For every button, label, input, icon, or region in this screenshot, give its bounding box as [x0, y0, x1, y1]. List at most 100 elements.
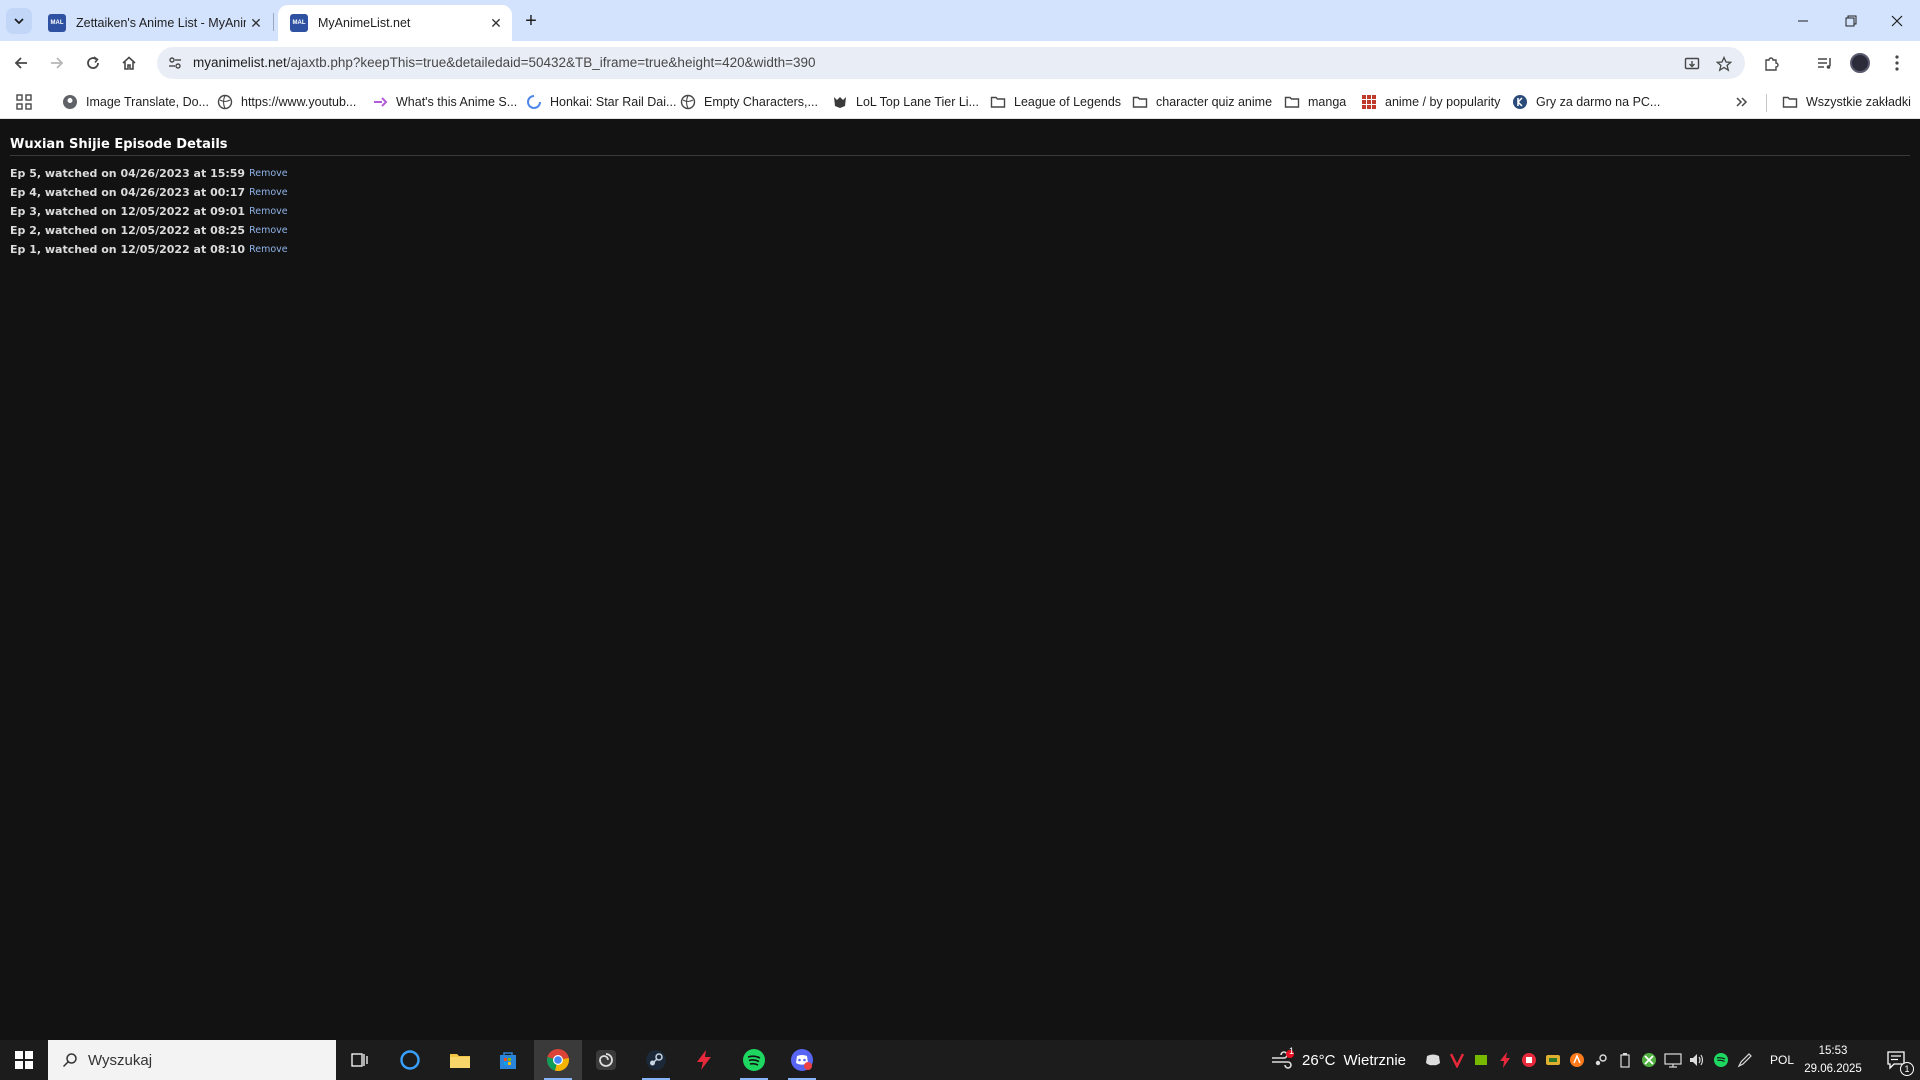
bolt-tray-icon[interactable] [1496, 1051, 1514, 1069]
weather-badge: 1 [1289, 1046, 1295, 1056]
nvidia-tray-icon[interactable] [1472, 1051, 1490, 1069]
new-tab-button[interactable]: + [518, 8, 544, 34]
reload-button[interactable] [78, 48, 108, 78]
lightning-icon [697, 1050, 711, 1070]
folder-icon [450, 1054, 470, 1068]
all-bookmarks-button[interactable]: Wszystkie zakładki [1782, 91, 1911, 113]
bookmark-image-translate[interactable]: Image Translate, Do... [62, 91, 209, 113]
window-close-button[interactable] [1874, 0, 1920, 41]
more-bookmarks-button[interactable] [1735, 91, 1749, 113]
minimize-icon [1798, 20, 1808, 21]
apps-grid-icon [16, 94, 32, 110]
globe-icon [217, 94, 233, 110]
start-button[interactable] [0, 1040, 48, 1080]
bookmark-empty-characters[interactable]: Empty Characters,... [680, 91, 818, 113]
close-icon[interactable]: ✕ [486, 13, 506, 33]
restore-button[interactable] [1828, 0, 1874, 41]
network-tray-icon[interactable] [1664, 1051, 1682, 1069]
tab-myanimelist[interactable]: MAL MyAnimeList.net ✕ [278, 5, 512, 41]
volume-tray-icon[interactable] [1688, 1051, 1706, 1069]
notification-count: 1 [1900, 1062, 1914, 1076]
clock[interactable]: 15:53 29.06.2025 [1800, 1042, 1866, 1078]
profile-button[interactable] [1845, 48, 1875, 78]
bookmark-folder-character-quiz[interactable]: character quiz anime [1132, 91, 1272, 113]
url-text[interactable]: myanimelist.net/ajaxtb.php?keepThis=true… [193, 55, 816, 70]
arrow-right-icon [51, 57, 64, 69]
bolt-app-button[interactable] [680, 1040, 728, 1080]
clock-date: 29.06.2025 [1804, 1063, 1862, 1075]
queue-music-icon [1818, 58, 1831, 69]
menu-button[interactable] [1882, 48, 1912, 78]
bookmark-folder-manga[interactable]: manga [1284, 91, 1346, 113]
tab-search-button[interactable] [6, 8, 32, 34]
site-info-button[interactable] [165, 53, 185, 73]
minimize-button[interactable] [1780, 0, 1826, 41]
notifications-button[interactable]: 1 [1872, 1040, 1920, 1080]
browser-toolbar: myanimelist.net/ajaxtb.php?keepThis=true… [0, 41, 1920, 85]
tab-zettaiken-list[interactable]: MAL Zettaiken's Anime List - MyAnimeList… [36, 5, 272, 41]
forward-button[interactable] [42, 48, 72, 78]
bookmark-youtube[interactable]: https://www.youtub... [217, 91, 356, 113]
home-button[interactable] [114, 48, 144, 78]
bookmark-folder-league[interactable]: League of Legends [990, 91, 1121, 113]
spotify-button[interactable] [730, 1040, 778, 1080]
task-view-button[interactable] [336, 1040, 384, 1080]
remove-link[interactable]: Remove [249, 168, 288, 179]
back-button[interactable] [6, 48, 36, 78]
install-app-button[interactable] [1679, 51, 1705, 77]
weather-widget[interactable]: 1 26°C Wietrznie [1270, 1040, 1406, 1080]
episode-row: Ep 3, watched on 12/05/2022 at 09:01 Rem… [10, 202, 288, 221]
vivaldi-tray-icon[interactable] [1448, 1051, 1466, 1069]
taskbar-search[interactable]: Wyszukaj [48, 1040, 336, 1080]
folder-icon [1782, 94, 1798, 110]
remove-link[interactable]: Remove [249, 187, 288, 198]
bookmark-anime-popularity[interactable]: anime / by popularity [1361, 91, 1500, 113]
address-bar[interactable]: myanimelist.net/ajaxtb.php?keepThis=true… [157, 47, 1745, 79]
apps-button[interactable] [16, 91, 32, 113]
bookmark-label: character quiz anime [1156, 95, 1273, 109]
spotify-tray-icon[interactable] [1712, 1051, 1730, 1069]
close-icon[interactable]: ✕ [246, 13, 266, 33]
app-spiral-button[interactable] [582, 1040, 630, 1080]
bookmark-label: https://www.youtub... [241, 95, 357, 109]
steam-tray-icon[interactable] [1592, 1051, 1610, 1069]
red-app-tray-icon[interactable] [1520, 1051, 1538, 1069]
bookmark-gry-za-darmo[interactable]: Gry za darmo na PC... [1512, 91, 1660, 113]
folder-icon [1284, 94, 1300, 110]
bookmark-label: Gry za darmo na PC... [1536, 95, 1661, 109]
episode-row: Ep 1, watched on 12/05/2022 at 08:10 Rem… [10, 240, 288, 259]
arrow-left-icon [14, 57, 27, 69]
chevron-double-right-icon [1736, 97, 1748, 107]
chrome-button[interactable] [534, 1040, 582, 1080]
game-tray-icon[interactable] [1544, 1051, 1562, 1069]
steam-button[interactable] [632, 1040, 680, 1080]
file-explorer-button[interactable] [436, 1040, 484, 1080]
install-icon [1684, 57, 1700, 70]
extensions-button[interactable] [1757, 48, 1787, 78]
bookmark-whats-this-anime[interactable]: What's this Anime S... [372, 91, 517, 113]
steam-icon [646, 1050, 666, 1070]
discord-tray-icon[interactable] [1424, 1051, 1442, 1069]
bookmark-label: Empty Characters,... [704, 95, 818, 109]
store-button[interactable] [484, 1040, 532, 1080]
media-controls-button[interactable] [1810, 48, 1840, 78]
bookmark-star-button[interactable] [1711, 51, 1737, 77]
puzzle-icon [1765, 57, 1779, 71]
remove-link[interactable]: Remove [249, 225, 288, 236]
remove-link[interactable]: Remove [249, 244, 288, 255]
discord-button[interactable] [778, 1040, 826, 1080]
cortana-button[interactable] [386, 1040, 434, 1080]
remove-link[interactable]: Remove [249, 206, 288, 217]
pen-tray-icon[interactable] [1736, 1051, 1754, 1069]
bookmark-lol-tier-list[interactable]: LoL Top Lane Tier Li... [832, 91, 979, 113]
chevron-down-icon [14, 18, 24, 25]
bookmark-label: anime / by popularity [1385, 95, 1501, 109]
language-indicator[interactable]: POL [1770, 1040, 1794, 1080]
orange-app-tray-icon[interactable] [1568, 1051, 1586, 1069]
bookmark-honkai[interactable]: Honkai: Star Rail Dai... [526, 91, 676, 113]
bookmark-label: LoL Top Lane Tier Li... [856, 95, 980, 109]
xbox-tray-icon[interactable] [1640, 1051, 1658, 1069]
episode-row: Ep 5, watched on 04/26/2023 at 15:59 Rem… [10, 164, 288, 183]
weather-description: Wietrznie [1343, 1051, 1407, 1069]
battery-tray-icon[interactable] [1616, 1051, 1634, 1069]
